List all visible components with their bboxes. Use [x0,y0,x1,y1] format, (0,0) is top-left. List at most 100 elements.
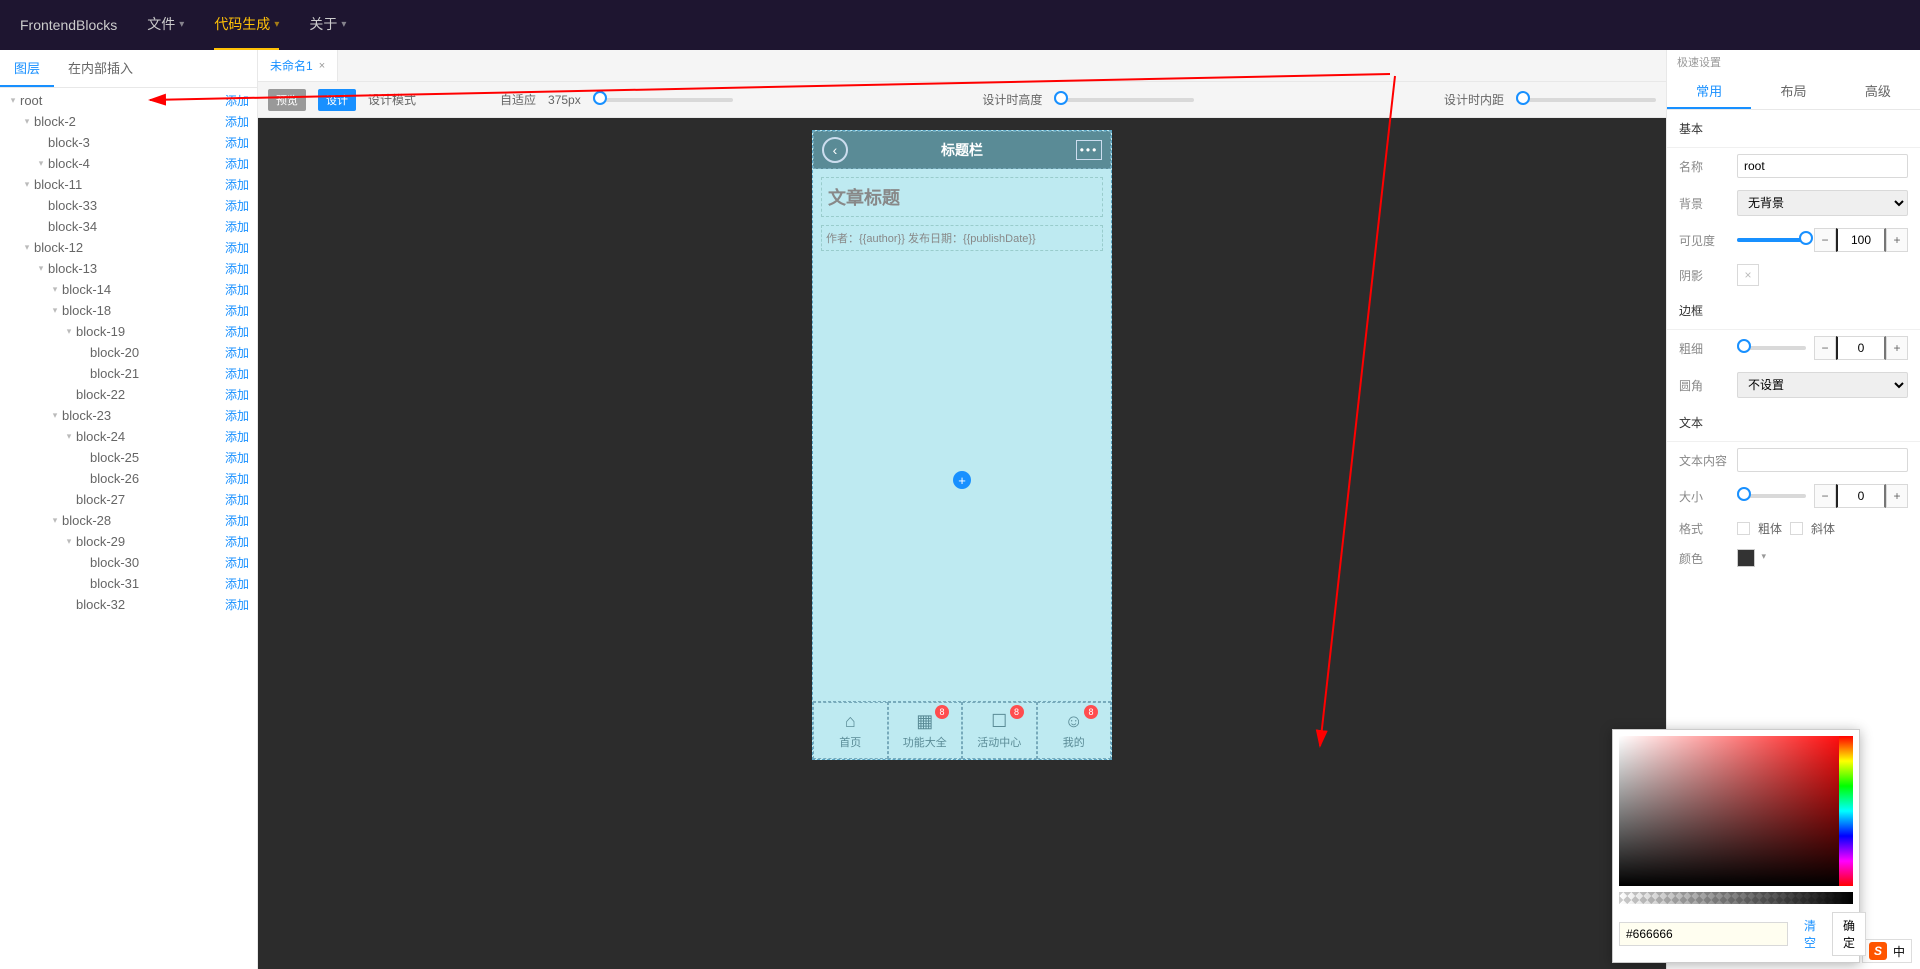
tree-node[interactable]: ▾block-29添加 [0,531,257,552]
tree-node[interactable]: block-32添加 [0,594,257,615]
tree-node[interactable]: ▾block-23添加 [0,405,257,426]
tabbar-item[interactable]: ⌂首页 [813,702,888,759]
hex-input[interactable] [1619,922,1788,946]
preview-button[interactable]: 预览 [268,89,306,111]
expand-icon[interactable]: ▾ [22,116,32,127]
tree-node[interactable]: block-20添加 [0,342,257,363]
tabbar-item[interactable]: 8▦功能大全 [888,702,963,759]
tree-node-label[interactable]: block-13 [46,261,225,276]
add-button[interactable]: 添加 [225,281,249,298]
tabbar-item[interactable]: 8☺我的 [1037,702,1112,759]
tree-node-label[interactable]: block-29 [74,534,225,549]
tree-node[interactable]: block-26添加 [0,468,257,489]
height-slider[interactable] [1054,98,1194,102]
tree-node[interactable]: ▾block-4添加 [0,153,257,174]
tree-node-label[interactable]: block-18 [60,303,225,318]
size-plus-button[interactable]: + [1886,484,1908,508]
menu-item[interactable]: 关于▾ [309,0,346,50]
color-swatch[interactable] [1737,549,1755,567]
radius-select[interactable]: 不设置 [1737,372,1908,398]
tree-node-label[interactable]: block-31 [88,576,225,591]
tree-node[interactable]: block-3添加 [0,132,257,153]
add-button[interactable]: 添加 [225,218,249,235]
tree-node-label[interactable]: block-27 [74,492,225,507]
tree-node-label[interactable]: block-25 [88,450,225,465]
tree-node[interactable]: block-34添加 [0,216,257,237]
article-meta[interactable]: 作者：{{author}} 发布日期：{{publishDate}} [821,225,1103,251]
tree-node-label[interactable]: block-28 [60,513,225,528]
visibility-value[interactable] [1836,228,1886,252]
add-button[interactable]: 添加 [225,344,249,361]
expand-icon[interactable]: ▾ [64,536,74,547]
expand-icon[interactable]: ▾ [8,95,18,106]
vis-minus-button[interactable]: − [1814,228,1836,252]
add-button[interactable]: 添加 [225,176,249,193]
tab-layout[interactable]: 布局 [1751,74,1835,109]
menu-item[interactable]: 代码生成▾ [214,0,279,50]
expand-icon[interactable]: ▾ [64,431,74,442]
tree-node-label[interactable]: block-20 [88,345,225,360]
expand-icon[interactable]: ▾ [50,305,60,316]
tree-node[interactable]: ▾block-13添加 [0,258,257,279]
thickness-slider[interactable] [1737,346,1806,350]
close-icon[interactable]: × [319,60,325,72]
width-slider[interactable] [593,98,733,102]
add-block-icon[interactable]: + [953,471,971,489]
thick-minus-button[interactable]: − [1814,336,1836,360]
font-size-slider[interactable] [1737,494,1806,498]
tree-node-label[interactable]: block-21 [88,366,225,381]
tree-node[interactable]: ▾block-24添加 [0,426,257,447]
tree-node-label[interactable]: block-2 [32,114,225,129]
add-button[interactable]: 添加 [225,92,249,109]
add-button[interactable]: 添加 [225,596,249,613]
size-minus-button[interactable]: − [1814,484,1836,508]
tree-node[interactable]: ▾block-12添加 [0,237,257,258]
name-input[interactable] [1737,154,1908,178]
expand-icon[interactable]: ▾ [22,179,32,190]
padding-slider[interactable] [1516,98,1656,102]
more-icon[interactable]: ••• [1076,140,1102,160]
tree-node[interactable]: block-31添加 [0,573,257,594]
tree-node-label[interactable]: block-19 [74,324,225,339]
tree-node-label[interactable]: block-30 [88,555,225,570]
tree-node[interactable]: ▾block-11添加 [0,174,257,195]
tree-node-label[interactable]: block-14 [60,282,225,297]
expand-icon[interactable]: ▾ [50,284,60,295]
tree-node[interactable]: block-30添加 [0,552,257,573]
add-button[interactable]: 添加 [225,386,249,403]
add-button[interactable]: 添加 [225,239,249,256]
add-button[interactable]: 添加 [225,491,249,508]
tree-node-label[interactable]: block-23 [60,408,225,423]
device-body[interactable]: + [813,259,1111,701]
article-title-block[interactable]: 文章标题 [821,177,1103,217]
device-titlebar[interactable]: ‹ 标题栏 ••• [813,131,1111,169]
add-button[interactable]: 添加 [225,134,249,151]
canvas[interactable]: ‹ 标题栏 ••• 文章标题 作者：{{author}} 发布日期：{{publ… [258,118,1666,969]
saturation-area[interactable] [1619,736,1853,886]
tree-node-label[interactable]: block-32 [74,597,225,612]
device-frame[interactable]: ‹ 标题栏 ••• 文章标题 作者：{{author}} 发布日期：{{publ… [812,130,1112,760]
tree-node[interactable]: block-27添加 [0,489,257,510]
confirm-button[interactable]: 确定 [1832,912,1866,956]
add-button[interactable]: 添加 [225,428,249,445]
add-button[interactable]: 添加 [225,260,249,277]
expand-icon[interactable]: ▾ [36,158,46,169]
tree-node[interactable]: ▾block-18添加 [0,300,257,321]
tree-node-label[interactable]: block-12 [32,240,225,255]
tree-node[interactable]: block-22添加 [0,384,257,405]
add-button[interactable]: 添加 [225,155,249,172]
add-button[interactable]: 添加 [225,449,249,466]
tree-node-label[interactable]: block-4 [46,156,225,171]
tree-node[interactable]: block-25添加 [0,447,257,468]
background-select[interactable]: 无背景 [1737,190,1908,216]
menu-item[interactable]: 文件▾ [147,0,184,50]
expand-icon[interactable]: ▾ [50,410,60,421]
add-button[interactable]: 添加 [225,302,249,319]
hue-slider[interactable] [1839,736,1853,886]
thick-plus-button[interactable]: + [1886,336,1908,360]
tree-node[interactable]: ▾block-28添加 [0,510,257,531]
add-button[interactable]: 添加 [225,323,249,340]
tree-node-label[interactable]: block-33 [46,198,225,213]
tree-node-label[interactable]: block-3 [46,135,225,150]
back-icon[interactable]: ‹ [822,137,848,163]
